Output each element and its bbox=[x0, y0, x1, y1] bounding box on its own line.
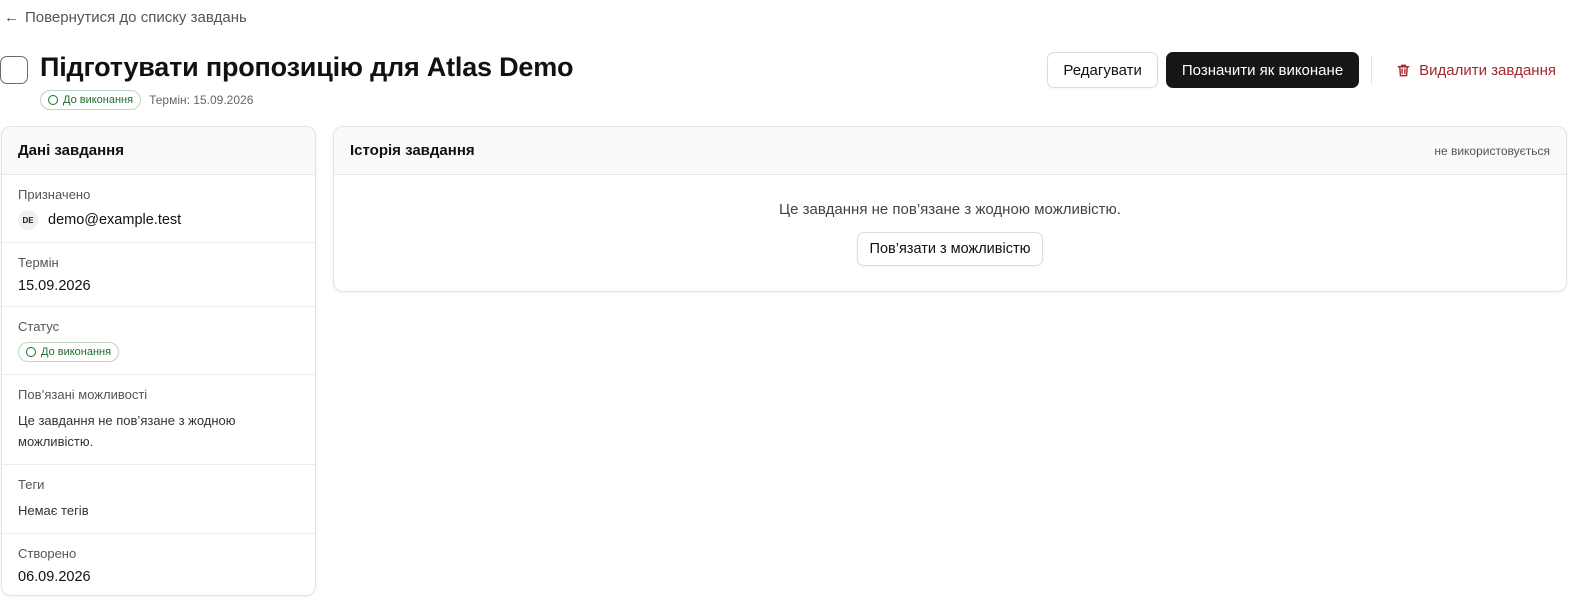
back-link[interactable]: ← Повернутися до списку завдань bbox=[4, 9, 247, 26]
history-empty-text: Це завдання не пов’язане з жодною можлив… bbox=[779, 201, 1121, 218]
due-value: 15.09.2026 bbox=[18, 278, 91, 294]
status-value: До виконання bbox=[41, 346, 112, 358]
circle-icon bbox=[48, 95, 58, 105]
assigned-field: Призначено DE demo@example.test bbox=[2, 175, 315, 243]
opportunities-field: Пов’язані можливості Це завдання не пов’… bbox=[2, 375, 315, 465]
history-note: не використовується bbox=[1434, 143, 1550, 158]
status-badge-details: До виконання bbox=[18, 342, 120, 362]
due-field: Термін 15.09.2026 bbox=[2, 243, 315, 307]
mark-complete-button[interactable]: Позначити як виконане bbox=[1165, 52, 1360, 88]
delete-task-button[interactable]: Видалити завдання bbox=[1396, 62, 1556, 79]
header-actions: Редагувати Позначити як виконане Видалит… bbox=[1047, 52, 1556, 88]
avatar: DE bbox=[18, 210, 38, 230]
task-history-card: Історія завдання не використовується Це … bbox=[333, 126, 1567, 292]
tags-field: Теги Немає тегів bbox=[2, 465, 315, 534]
delete-task-label: Видалити завдання bbox=[1419, 61, 1556, 79]
created-label: Створено bbox=[18, 546, 77, 561]
task-history-body: Це завдання не пов’язане з жодною можлив… bbox=[334, 175, 1566, 266]
status-badge-label: До виконання bbox=[63, 94, 134, 106]
created-value: 06.09.2026 bbox=[18, 569, 91, 585]
opportunities-label: Пов’язані можливості bbox=[18, 387, 148, 402]
due-label: Термін bbox=[18, 255, 59, 270]
task-complete-checkbox[interactable] bbox=[0, 56, 28, 84]
assigned-label: Призначено bbox=[18, 187, 91, 202]
circle-icon bbox=[26, 347, 36, 357]
trash-icon bbox=[1397, 64, 1410, 76]
status-label: Статус bbox=[18, 319, 60, 334]
task-meta: До виконання Термін: 15.09.2026 bbox=[40, 90, 253, 110]
task-history-title: Історія завдання bbox=[350, 142, 475, 159]
status-field: Статус До виконання bbox=[2, 307, 315, 375]
tags-label: Теги bbox=[18, 477, 45, 492]
edit-button[interactable]: Редагувати bbox=[1047, 52, 1158, 88]
task-header: Підготувати пропозицію для Atlas Demo До… bbox=[0, 52, 1584, 112]
assignee: DE demo@example.test bbox=[18, 210, 299, 230]
created-field: Створено 06.09.2026 bbox=[2, 534, 315, 595]
task-history-header: Історія завдання не використовується bbox=[334, 127, 1566, 175]
actions-divider bbox=[1371, 56, 1373, 84]
back-link-label: Повернутися до списку завдань bbox=[25, 9, 247, 26]
page-title: Підготувати пропозицію для Atlas Demo bbox=[40, 52, 574, 82]
due-date-meta: Термін: 15.09.2026 bbox=[149, 93, 254, 107]
status-badge: До виконання bbox=[40, 90, 142, 110]
tags-value: Немає тегів bbox=[18, 503, 89, 518]
arrow-left-icon: ← bbox=[4, 9, 19, 26]
task-details-title: Дані завдання bbox=[18, 142, 124, 159]
opportunities-value: Це завдання не пов’язане з жодною можлив… bbox=[18, 413, 236, 449]
task-details-header: Дані завдання bbox=[2, 127, 315, 175]
assignee-email: demo@example.test bbox=[48, 212, 182, 228]
link-opportunity-button[interactable]: Пов’язати з можливістю bbox=[856, 232, 1044, 266]
task-details-card: Дані завдання Призначено DE demo@example… bbox=[1, 126, 316, 596]
